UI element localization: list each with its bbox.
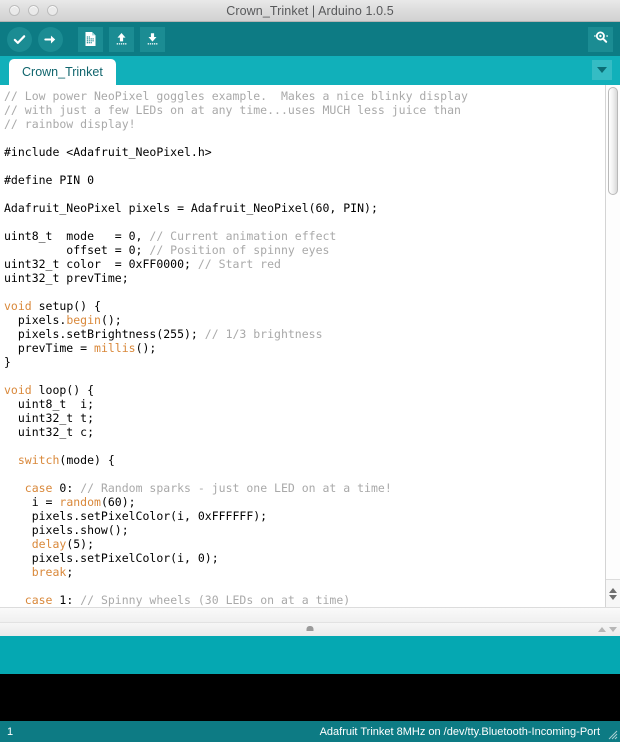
code-line: uint32_t c;: [4, 425, 95, 439]
splitter-grip-icon[interactable]: [306, 626, 314, 631]
scroll-down-icon[interactable]: [609, 594, 617, 600]
code-line: i = random(60);: [4, 495, 136, 509]
code-line: pixels.begin();: [4, 313, 122, 327]
code-line: void loop() {: [4, 383, 95, 397]
sketch-tab-crown-trinket[interactable]: Crown_Trinket: [9, 59, 116, 85]
code-editor[interactable]: // Low power NeoPixel goggles example. M…: [0, 85, 605, 607]
code-line: // Low power NeoPixel goggles example. M…: [4, 89, 468, 103]
editor-area: // Low power NeoPixel goggles example. M…: [0, 85, 620, 607]
upload-button[interactable]: [37, 26, 63, 52]
code-line: // with just a few LEDs on at any time..…: [4, 103, 461, 117]
tab-bar: Crown_Trinket: [0, 56, 620, 85]
board-port-indicator: Adafruit Trinket 8MHz on /dev/tty.Blueto…: [319, 725, 600, 738]
code-line: }: [4, 355, 11, 369]
checkmark-icon: [6, 26, 32, 52]
code-line: delay(5);: [31, 537, 95, 551]
arrow-right-icon: [37, 26, 63, 52]
code-line: #include <Adafruit_NeoPixel.h>: [4, 145, 212, 159]
status-bar: 1 Adafruit Trinket 8MHz on /dev/tty.Blue…: [0, 721, 620, 742]
status-message-bar: [0, 636, 620, 674]
title-bar: Crown_Trinket | Arduino 1.0.5: [0, 0, 620, 22]
code-line: offset = 0; // Position of spinny eyes: [4, 243, 330, 257]
code-line: pixels.setPixelColor(i, 0xFFFFFF);: [4, 509, 268, 523]
verify-button[interactable]: [6, 26, 32, 52]
toolbar-primary-group: [6, 26, 63, 52]
arrow-up-icon: [108, 26, 134, 52]
arrow-down-icon: [139, 26, 165, 52]
code-line: #define PIN 0: [4, 173, 95, 187]
code-line: void setup() {: [4, 299, 101, 313]
new-sketch-button[interactable]: [77, 26, 103, 52]
editor-vertical-scrollbar[interactable]: [605, 85, 620, 607]
splitter-arrows[interactable]: [598, 627, 617, 632]
code-line: prevTime = millis();: [4, 341, 157, 355]
window-title: Crown_Trinket | Arduino 1.0.5: [226, 3, 394, 18]
scrollbar-thumb[interactable]: [608, 87, 618, 195]
code-line: pixels.show();: [4, 523, 129, 537]
code-line: pixels.setPixelColor(i, 0);: [4, 551, 219, 565]
window-controls: [0, 5, 58, 16]
scrollbar-stepper-buttons[interactable]: [606, 579, 620, 607]
code-line: // rainbow display!: [4, 117, 136, 131]
code-line: uint32_t t;: [4, 411, 95, 425]
open-sketch-button[interactable]: [108, 26, 134, 52]
minimize-button[interactable]: [28, 5, 39, 16]
code-line: uint8_t i;: [4, 397, 95, 411]
zoom-button[interactable]: [47, 5, 58, 16]
splitter-down-icon[interactable]: [609, 627, 617, 632]
chevron-down-icon: [597, 67, 607, 73]
code-line: Adafruit_NeoPixel pixels = Adafruit_NeoP…: [4, 201, 378, 215]
code-line: uint32_t prevTime;: [4, 271, 129, 285]
close-button[interactable]: [9, 5, 20, 16]
arduino-ide-window: Crown_Trinket | Arduino 1.0.5 Crown_Trin…: [0, 0, 620, 742]
scroll-up-icon[interactable]: [609, 587, 617, 593]
save-sketch-button[interactable]: [139, 26, 165, 52]
serial-monitor-button[interactable]: [588, 26, 613, 52]
code-line: break;: [31, 565, 74, 579]
editor-horizontal-scrollbar[interactable]: [0, 607, 620, 622]
code-line: switch(mode) {: [17, 453, 115, 467]
code-line: case 0: // Random sparks - just one LED …: [24, 481, 392, 495]
tab-label: Crown_Trinket: [22, 65, 103, 79]
line-number-indicator: 1: [7, 725, 14, 738]
toolbar: [0, 22, 620, 56]
code-line: uint8_t mode = 0, // Current animation e…: [4, 229, 337, 243]
resize-grip-icon[interactable]: [607, 729, 618, 740]
tab-menu-button[interactable]: [592, 60, 612, 80]
code-line: pixels.setBrightness(255); // 1/3 bright…: [4, 327, 323, 341]
toolbar-file-group: [77, 26, 165, 52]
code-line: case 1: // Spinny wheels (30 LEDs on at …: [24, 593, 351, 607]
console-output[interactable]: [0, 674, 620, 721]
splitter-up-icon[interactable]: [598, 627, 606, 632]
document-icon: [77, 26, 103, 52]
editor-console-splitter[interactable]: [0, 622, 620, 636]
code-line: uint32_t color = 0xFF0000; // Start red: [4, 257, 281, 271]
magnifier-icon: [593, 29, 609, 50]
